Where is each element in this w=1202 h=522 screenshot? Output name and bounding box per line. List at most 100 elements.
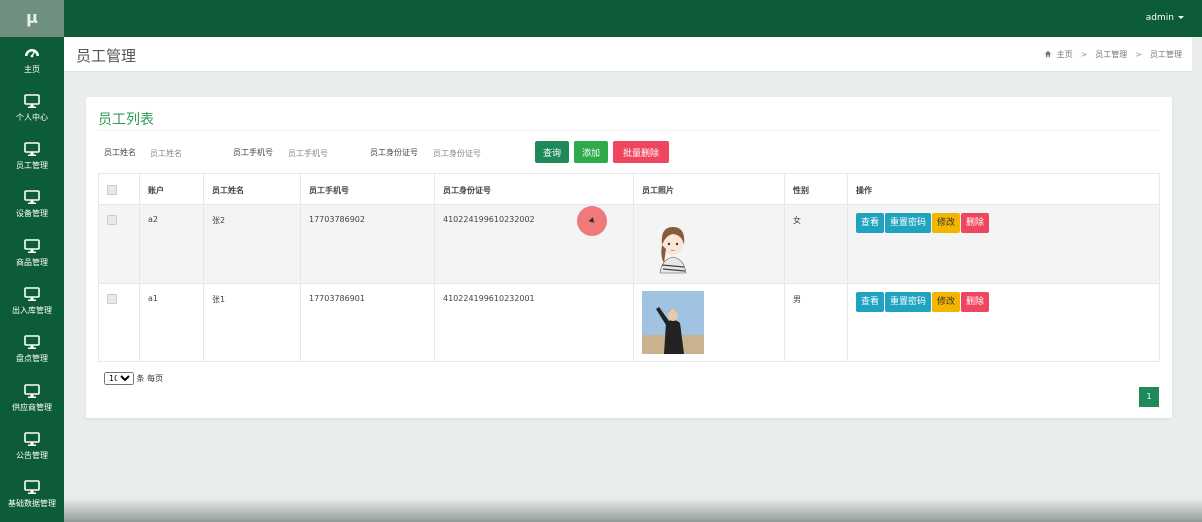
sidebar-item-label: 设备管理: [16, 209, 48, 218]
sidebar-item-8[interactable]: 公告管理: [0, 425, 64, 473]
app-logo: μ: [0, 0, 64, 37]
per-page-label: 条 每页: [136, 374, 164, 383]
gender-cell: 女: [784, 204, 848, 284]
idcard-search-input[interactable]: [431, 141, 515, 165]
sidebar-item-label: 出入库管理: [12, 306, 52, 315]
sidebar-item-2[interactable]: 员工管理: [0, 135, 64, 183]
sidebar-item-label: 商品管理: [16, 258, 48, 267]
sidebar-item-label: 供应商管理: [12, 403, 52, 412]
col-idcard: 员工身份证号: [434, 173, 634, 205]
filter-idcard: 员工身份证号: [370, 141, 515, 165]
monitor-icon: [24, 432, 40, 446]
home-icon: [1044, 50, 1052, 58]
page-header: 员工管理 主页 > 员工管理 > 员工管理: [64, 37, 1192, 72]
delete-button[interactable]: 删除: [961, 292, 990, 312]
col-account: 账户: [139, 173, 204, 205]
edit-button[interactable]: 修改: [932, 213, 961, 233]
row-checkbox[interactable]: [107, 215, 117, 225]
sidebar-item-label: 基础数据管理: [8, 499, 56, 508]
account-cell: a1: [139, 283, 204, 362]
reset-password-button[interactable]: 重置密码: [885, 213, 932, 233]
sidebar-item-4[interactable]: 商品管理: [0, 232, 64, 280]
cartoon-girl-photo[interactable]: [642, 215, 704, 277]
user-name: admin: [1145, 13, 1174, 23]
batch-delete-button[interactable]: 批量删除: [613, 141, 669, 163]
row-checkbox[interactable]: [107, 294, 117, 304]
monitor-icon: [24, 287, 40, 301]
row-select-cell: [98, 283, 140, 362]
table-row: a1 张1 17703786901 410224199610232001 男 查…: [98, 283, 1160, 362]
sidebar-item-0[interactable]: 主页: [0, 39, 64, 87]
dashboard-icon: [25, 49, 39, 58]
person-photo[interactable]: [642, 291, 704, 354]
name-search-input[interactable]: [148, 141, 224, 165]
page-title: 员工管理: [76, 47, 137, 65]
idcard-cell: 410224199610232001: [434, 283, 634, 362]
filter-phone: 员工手机号: [233, 141, 368, 165]
sidebar-item-3[interactable]: 设备管理: [0, 183, 64, 231]
page-1-button[interactable]: 1: [1139, 387, 1159, 407]
breadcrumb-current: 员工管理: [1150, 50, 1182, 59]
sidebar-item-6[interactable]: 盘点管理: [0, 328, 64, 376]
breadcrumb-section[interactable]: 员工管理: [1095, 50, 1127, 59]
select-all-checkbox[interactable]: [107, 185, 117, 195]
monitor-icon: [24, 94, 40, 108]
page-size-select[interactable]: 10: [104, 372, 134, 385]
sidebar-item-label: 员工管理: [16, 161, 48, 170]
filter-phone-label: 员工手机号: [233, 148, 273, 157]
user-menu[interactable]: admin: [1146, 13, 1184, 23]
monitor-icon: [24, 142, 40, 156]
bottom-shadow: [64, 498, 1202, 522]
add-button[interactable]: 添加: [574, 141, 608, 163]
sidebar: 主页个人中心员工管理设备管理商品管理出入库管理盘点管理供应商管理公告管理基础数据…: [0, 37, 64, 522]
divider: [98, 130, 1160, 131]
monitor-icon: [24, 480, 40, 494]
chevron-down-icon: [1178, 16, 1184, 19]
col-gender: 性别: [784, 173, 848, 205]
sidebar-item-5[interactable]: 出入库管理: [0, 280, 64, 328]
name-cell: 张1: [203, 283, 301, 362]
view-button[interactable]: 查看: [856, 213, 885, 233]
col-actions: 操作: [847, 173, 1160, 205]
col-name: 员工姓名: [203, 173, 301, 205]
select-all-cell: [98, 173, 140, 205]
monitor-icon: [24, 384, 40, 398]
breadcrumb: 主页 > 员工管理 > 员工管理: [1044, 49, 1184, 60]
sidebar-item-9[interactable]: 基础数据管理: [0, 473, 64, 521]
gender-cell: 男: [784, 283, 848, 362]
sidebar-item-label: 主页: [24, 65, 40, 74]
col-phone: 员工手机号: [300, 173, 435, 205]
reset-password-button[interactable]: 重置密码: [885, 292, 932, 312]
phone-cell: 17703786902: [300, 204, 435, 284]
phone-search-input[interactable]: [286, 141, 366, 165]
row-select-cell: [98, 204, 140, 284]
edit-button[interactable]: 修改: [932, 292, 961, 312]
table-header-row: 账户 员工姓名 员工手机号 员工身份证号 员工照片 性别 操作: [98, 173, 1160, 205]
actions-cell: 查看 重置密码 修改 删除: [847, 283, 1160, 362]
filter-name: 员工姓名: [104, 141, 224, 165]
sidebar-item-7[interactable]: 供应商管理: [0, 377, 64, 425]
monitor-icon: [24, 239, 40, 253]
photo-cell: [633, 204, 785, 284]
name-cell: 张2: [203, 204, 301, 284]
phone-cell: 17703786901: [300, 283, 435, 362]
view-button[interactable]: 查看: [856, 292, 885, 312]
sidebar-item-label: 个人中心: [16, 113, 48, 122]
card-title: 员工列表: [98, 112, 154, 128]
employee-list-card: 员工列表 员工姓名 员工手机号 员工身份证号 查询 添加 批量删除 账户 员工姓…: [86, 97, 1172, 418]
monitor-icon: [24, 335, 40, 349]
filter-name-label: 员工姓名: [104, 148, 136, 157]
query-button[interactable]: 查询: [535, 141, 569, 163]
sidebar-item-1[interactable]: 个人中心: [0, 87, 64, 135]
sidebar-item-label: 公告管理: [16, 451, 48, 460]
breadcrumb-home[interactable]: 主页: [1057, 50, 1073, 59]
monitor-icon: [24, 190, 40, 204]
employee-table: 账户 员工姓名 员工手机号 员工身份证号 员工照片 性别 操作 a2 张2 17…: [98, 173, 1160, 362]
sidebar-item-label: 盘点管理: [16, 354, 48, 363]
photo-cell: [633, 283, 785, 362]
col-photo: 员工照片: [633, 173, 785, 205]
delete-button[interactable]: 删除: [961, 213, 990, 233]
table-row: a2 张2 17703786902 410224199610232002 女 查…: [98, 204, 1160, 284]
top-bar: [0, 0, 1202, 37]
filter-idcard-label: 员工身份证号: [370, 148, 418, 157]
